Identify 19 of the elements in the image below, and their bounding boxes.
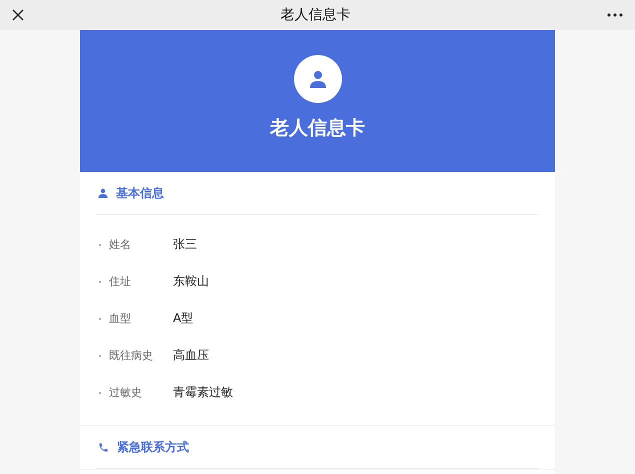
field-value: 青霉素过敏 — [173, 384, 233, 401]
field-label: 既往病史 — [109, 348, 154, 363]
field-value: 高血压 — [173, 347, 209, 364]
field-label: 住址 — [109, 274, 132, 289]
section-title: 基本信息 — [116, 184, 164, 202]
close-icon[interactable] — [12, 9, 24, 21]
avatar-icon — [294, 55, 342, 103]
field-label: 过敏史 — [109, 385, 143, 400]
field-value: A型 — [173, 310, 194, 327]
section-title: 紧急联系方式 — [117, 438, 189, 456]
field-label: 血型 — [109, 311, 132, 326]
field-label: 姓名 — [109, 237, 132, 252]
page-title: 老人信息卡 — [280, 6, 350, 24]
field-value: 东鞍山 — [173, 273, 209, 290]
person-icon — [98, 188, 108, 198]
card-title: 老人信息卡 — [270, 116, 365, 141]
phone-icon — [98, 442, 109, 452]
more-icon[interactable] — [607, 13, 623, 17]
field-value: 张三 — [173, 236, 197, 253]
